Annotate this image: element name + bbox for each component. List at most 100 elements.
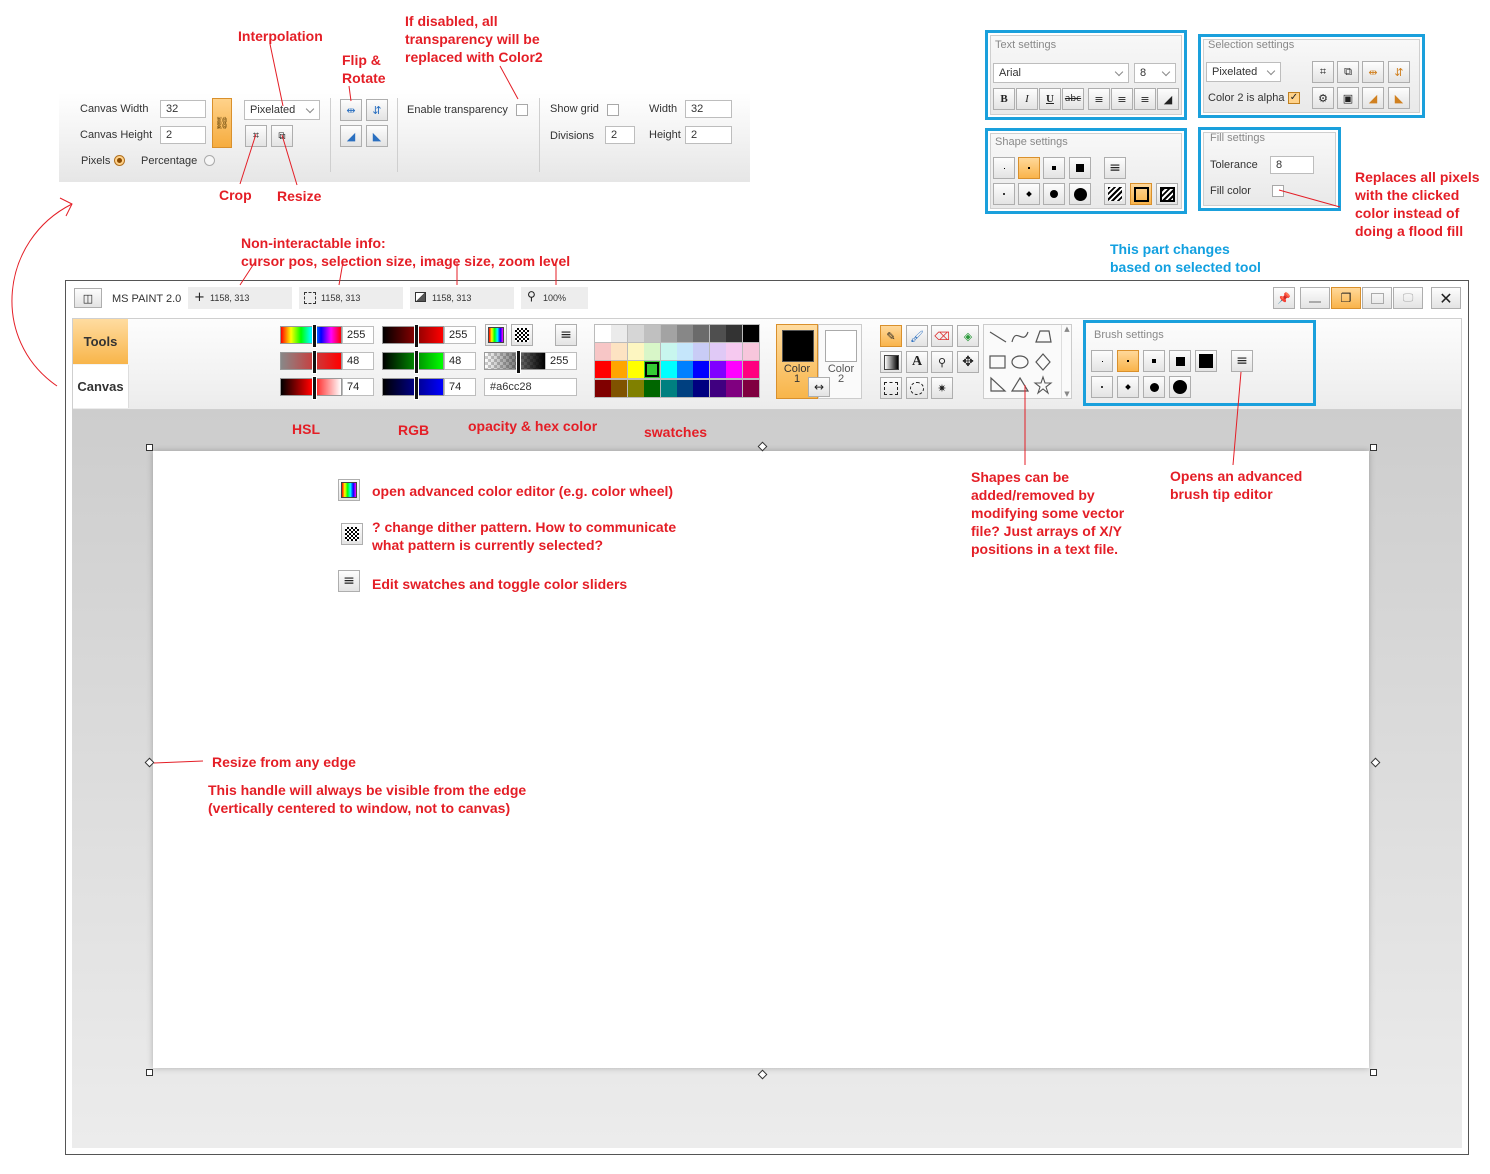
shape-round-2[interactable] [1018,183,1040,205]
text-tool[interactable]: A [906,351,928,373]
polygon-shape-icon[interactable] [1035,330,1052,343]
color-swatch[interactable] [709,361,726,379]
color-swatch[interactable] [660,361,677,379]
font-size-dropdown[interactable]: 8 [1134,63,1176,83]
antialias-button[interactable]: ◢ [1157,88,1179,110]
selection-invert-button[interactable]: ⚙ [1312,87,1334,109]
bold-button[interactable]: B [993,88,1015,110]
green-value[interactable]: 48 [444,352,476,370]
color-swatch[interactable] [742,325,759,342]
color-swatch[interactable] [644,325,661,342]
color-swatch[interactable] [693,325,710,342]
rectangle-shape-icon[interactable] [989,355,1006,369]
magic-wand-tool[interactable]: ✷ [931,377,953,399]
divisions-input[interactable]: 2 [605,126,635,144]
green-slider[interactable] [382,350,444,374]
resize-handle-bottom-left[interactable] [146,1069,153,1076]
brush-size-2[interactable] [1117,350,1139,372]
link-aspect-toggle[interactable]: ⛓ [212,98,232,148]
percentage-radio[interactable] [204,155,215,166]
resize-button[interactable]: ⧉ [271,125,293,147]
opacity-value[interactable]: 255 [545,352,577,370]
color-swatch[interactable] [693,343,710,361]
brush-round-4[interactable] [1169,376,1191,398]
resize-handle-top-right[interactable] [1370,444,1377,451]
hex-color-input[interactable]: #a6cc28 [484,378,577,396]
color-swatch[interactable] [595,343,611,361]
pencil-tool[interactable]: ✎ [880,325,902,347]
brush-size-1[interactable] [1091,350,1113,372]
gradient-tool[interactable] [880,351,902,373]
brush-tool[interactable]: 🖌 [906,325,928,347]
interpolation-dropdown[interactable]: Pixelated [244,100,320,120]
grid-width-input[interactable]: 32 [685,100,732,118]
brush-round-1[interactable] [1091,376,1113,398]
color-swatch[interactable] [595,361,611,379]
flip-vertical-button[interactable]: ⇵ [366,99,388,121]
sidebar-toggle-button[interactable]: ◫ [74,288,102,308]
color-swatch[interactable] [644,361,661,379]
hue-value[interactable]: 255 [342,326,374,344]
shape-outline-button[interactable] [1130,183,1152,205]
diamond-shape-icon[interactable] [1035,353,1051,371]
saturation-slider[interactable] [280,350,342,374]
saturation-value[interactable]: 48 [342,352,374,370]
italic-button[interactable]: I [1016,88,1038,110]
underline-button[interactable]: U [1039,88,1061,110]
color-swatch[interactable] [726,325,743,342]
color-swatch[interactable] [611,361,628,379]
shape-brush-size-4[interactable] [1069,157,1091,179]
red-slider[interactable] [382,324,444,348]
crop-button[interactable]: ⌗ [245,125,267,147]
eraser-tool[interactable]: ⌫ [931,325,953,347]
canvas-width-input[interactable]: 32 [160,100,206,118]
star-shape-icon[interactable] [1033,375,1053,395]
resize-handle-bottom-right[interactable] [1370,1069,1377,1076]
color-swatch[interactable] [677,361,693,379]
lightness-value[interactable]: 74 [342,378,374,396]
tolerance-input[interactable]: 8 [1270,156,1314,174]
strikethrough-button[interactable]: abc [1062,88,1084,110]
blue-slider[interactable] [382,376,444,400]
color-swatch[interactable] [677,325,693,342]
color-swatch[interactable] [709,379,726,397]
color-swatch[interactable] [595,379,611,397]
color-swatch[interactable] [660,379,677,397]
line-shape-icon[interactable] [989,331,1007,343]
show-grid-checkbox[interactable] [607,104,619,116]
rotate-right-button[interactable]: ◣ [366,125,388,147]
selection-rotate-right-button[interactable]: ◣ [1388,87,1410,109]
color-swatch[interactable] [627,361,644,379]
red-value[interactable]: 255 [444,326,476,344]
pixels-radio[interactable] [114,155,125,166]
curve-shape-icon[interactable] [1011,331,1029,343]
selection-interpolation-dropdown[interactable]: Pixelated [1206,62,1281,82]
color-swatch[interactable] [677,343,693,361]
swap-colors-button[interactable]: ↔ [808,377,830,397]
color-editor-button[interactable] [485,324,507,346]
brush-size-4[interactable] [1169,350,1191,372]
brush-size-3[interactable] [1143,350,1165,372]
tab-canvas[interactable]: Canvas [73,365,129,408]
shape-round-3[interactable] [1043,183,1065,205]
shape-brush-size-3[interactable] [1043,157,1065,179]
color-swatch[interactable] [660,325,677,342]
right-triangle-shape-icon[interactable] [990,376,1007,392]
color-swatch[interactable] [611,343,628,361]
rect-select-tool[interactable] [880,377,902,399]
selection-rotate-left-button[interactable]: ◢ [1362,87,1384,109]
enable-transparency-checkbox[interactable] [516,104,528,116]
selection-fill-button[interactable]: ▣ [1337,87,1359,109]
color-swatch[interactable] [644,343,661,361]
canvas-height-input[interactable]: 2 [160,126,206,144]
hue-slider[interactable] [280,324,342,348]
move-tool[interactable]: ✥ [957,351,979,373]
color-swatch[interactable] [595,325,611,342]
flip-horizontal-button[interactable]: ⇹ [340,99,362,121]
lightness-slider[interactable] [280,376,342,400]
color-swatch[interactable] [726,343,743,361]
color-swatch[interactable] [627,343,644,361]
maximize-button[interactable] [1362,287,1392,309]
tab-tools[interactable]: Tools [73,319,128,364]
align-right-button[interactable]: ≡ [1134,88,1156,110]
